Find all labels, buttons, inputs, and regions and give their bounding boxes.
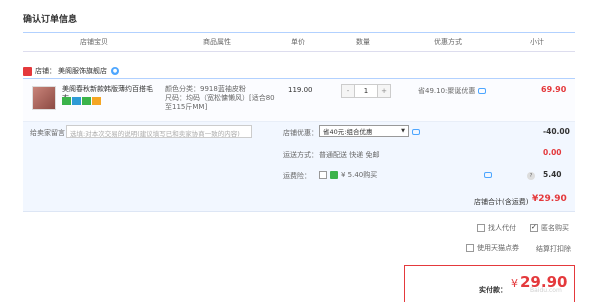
help-icon[interactable]: ? xyxy=(527,172,535,180)
shipping-amount: 0.00 xyxy=(543,148,562,157)
insurance-text: ¥ 5.40购买 xyxy=(341,171,378,179)
qty-minus-button[interactable]: - xyxy=(342,85,354,97)
unit-price: 119.00 xyxy=(288,86,313,94)
col-header-props: 商品属性 xyxy=(203,38,231,46)
discount-chat-icon[interactable] xyxy=(412,129,420,135)
col-header-item: 店铺宝贝 xyxy=(80,38,108,46)
pay-for-other-checkbox[interactable] xyxy=(477,224,485,232)
shop-discount-label: 店铺优惠： xyxy=(283,129,318,137)
shop-total-label: 店铺合计(含运费) xyxy=(474,198,529,206)
watermark: Baidu.com xyxy=(530,287,562,294)
insurance-option: ¥ 5.40购买 xyxy=(319,170,377,180)
promo-info: 省49.10:聚诞优惠 xyxy=(418,86,487,96)
shop-discount-selected: 省40元:组合优惠 xyxy=(323,128,373,136)
promo-chat-icon[interactable] xyxy=(478,88,487,94)
anonymous-checkbox[interactable] xyxy=(530,223,538,232)
tmall-shop-icon xyxy=(23,66,32,76)
insurance-label: 运费险： xyxy=(283,172,311,180)
pay-for-other-option: 找人代付 xyxy=(477,223,516,233)
promo-text: 省49.10:聚诞优惠 xyxy=(418,87,476,95)
shop-discount-amount: -40.00 xyxy=(543,127,570,136)
shop-name-link[interactable]: 美阁服饰旗舰店 xyxy=(58,66,107,76)
seller-message-input[interactable]: 选填:对本次交易的说明(建议填写已和卖家协商一致的内容) xyxy=(66,125,252,138)
col-header-subtotal: 小计 xyxy=(530,38,544,46)
quality-badge-icon xyxy=(82,97,91,105)
anonymous-label: 匿名购买 xyxy=(541,224,569,232)
item-thumbnail[interactable] xyxy=(32,86,56,110)
quantity-stepper: - 1 + xyxy=(341,84,391,98)
insurance-amount: 5.40 xyxy=(543,170,562,179)
col-header-qty: 数量 xyxy=(356,38,370,46)
item-properties: 颜色分类：9918蓝袖皮粉 尺码：均码（宽松慵懒风）[适合80至115斤MM] xyxy=(165,85,275,112)
col-header-promo: 优惠方式 xyxy=(434,38,462,46)
shipping-label: 运送方式： xyxy=(283,151,318,159)
shop-total-amount: ¥29.90 xyxy=(532,194,567,204)
shop-discount-select[interactable]: 省40元:组合优惠 ▼ xyxy=(319,125,409,137)
qty-input[interactable]: 1 xyxy=(354,85,378,97)
use-points-checkbox[interactable] xyxy=(466,244,474,252)
col-header-price: 单价 xyxy=(291,38,305,46)
guarantee-badge-icon xyxy=(62,97,71,105)
settle-deduct-text: 结算打扣除 xyxy=(536,245,571,253)
shop-row: 店铺： 美阁服饰旗舰店 ● xyxy=(23,64,119,78)
item-size-prop: 尺码：均码（宽松慵懒风）[适合80至115斤MM] xyxy=(165,94,275,111)
use-points-option: 使用天猫点券 xyxy=(466,243,519,253)
anonymous-option: 匿名购买 xyxy=(530,223,569,233)
insurance-icon xyxy=(330,171,338,179)
insurance-checkbox[interactable] xyxy=(319,171,327,179)
shop-label: 店铺： xyxy=(35,67,56,75)
page-title: 确认订单信息 xyxy=(23,15,78,25)
header-bottom-divider xyxy=(23,51,575,52)
qty-plus-button[interactable]: + xyxy=(378,85,390,97)
service-badges xyxy=(62,97,101,105)
use-points-label: 使用天猫点券 xyxy=(477,244,519,252)
wangwang-chat-icon[interactable]: ● xyxy=(111,67,119,75)
final-payment-label: 实付款： xyxy=(479,286,507,294)
insurance-chat-icon[interactable] xyxy=(484,172,492,178)
pay-for-other-label: 找人代付 xyxy=(488,224,516,232)
dropdown-arrow-icon: ▼ xyxy=(401,128,405,134)
item-color-prop: 颜色分类：9918蓝袖皮粉 xyxy=(165,85,246,93)
seven-day-badge-icon xyxy=(72,97,81,105)
header-divider xyxy=(23,32,575,33)
shipping-method: 普通配送 快递 免邮 xyxy=(319,151,380,159)
currency-symbol: ¥ xyxy=(511,277,518,290)
item-subtotal: 69.90 xyxy=(541,85,567,94)
credit-badge-icon xyxy=(92,97,101,105)
